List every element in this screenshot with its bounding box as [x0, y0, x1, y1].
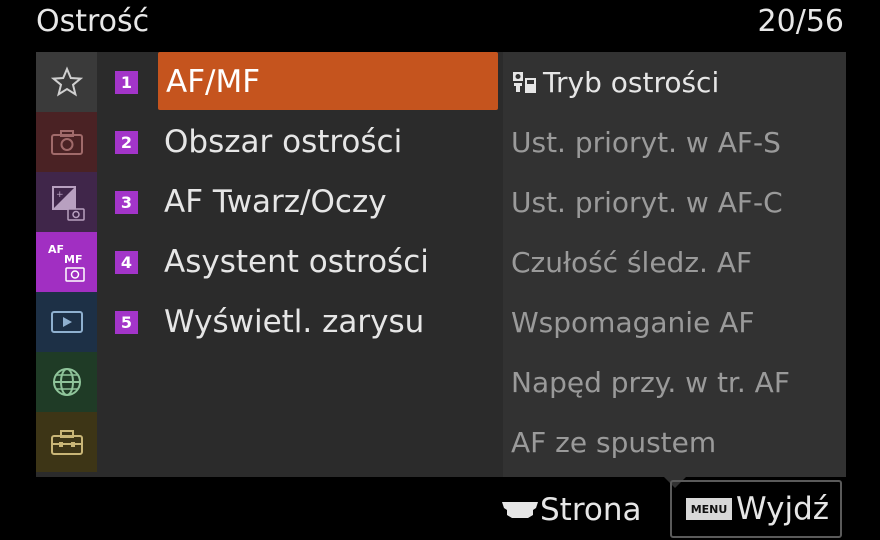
menu-item-label: AF Twarz/Oczy — [164, 184, 387, 220]
page-title: Ostrość — [36, 4, 150, 39]
item-number-badge: 2 — [115, 130, 138, 154]
submenu-item-focus-mode: Tryb ostrości — [503, 52, 846, 112]
menu-item-label: Obszar ostrości — [164, 124, 403, 160]
submenu-item-drive-during-af: Napęd przy. w tr. AF — [511, 365, 790, 399]
exit-label: Wyjdź — [736, 491, 830, 527]
item-number-badge: 1 — [115, 70, 138, 94]
item-number-badge: 5 — [115, 310, 138, 334]
tab-favorites[interactable] — [36, 52, 97, 112]
star-icon — [50, 66, 83, 97]
page-navigation-hint[interactable]: Strona — [500, 488, 642, 532]
submenu-item-af-tracking-sensitivity: Czułość śledz. AF — [511, 245, 753, 279]
menu-item-focus-assist[interactable]: 4 Asystent ostrości — [112, 232, 498, 292]
submenu-item-af-with-shutter: AF ze spustem — [511, 425, 717, 459]
tab-af-mf[interactable]: AF MF — [36, 232, 97, 292]
camera-icon — [50, 130, 83, 155]
submenu-item-af-c-priority: Ust. prioryt. w AF-C — [511, 185, 783, 219]
tab-exposure[interactable]: + — [36, 172, 97, 232]
menu-list: 1 AF/MF 2 Obszar ostrości 3 AF Twarz/Ocz… — [112, 52, 498, 352]
item-number-badge: 4 — [115, 250, 138, 274]
menu-item-af-mf[interactable]: 1 AF/MF — [112, 52, 498, 112]
category-tabs: + AF MF — [36, 52, 97, 477]
menu-button-icon: MENU — [686, 498, 732, 520]
page-counter: 20/56 — [757, 4, 844, 39]
menu-item-label: AF/MF — [166, 64, 261, 100]
af-label: AF — [48, 243, 64, 256]
toolbox-icon — [50, 430, 83, 455]
item-number-badge: 3 — [115, 190, 138, 214]
menu-item-peaking-display[interactable]: 5 Wyświetl. zarysu — [112, 292, 498, 352]
menu-item-face-eye-af[interactable]: 3 AF Twarz/Oczy — [112, 172, 498, 232]
menu-item-label: Asystent ostrości — [164, 244, 429, 280]
submenu-item-af-s-priority: Ust. prioryt. w AF-S — [511, 125, 781, 159]
mf-label: MF — [64, 253, 82, 266]
submenu-item-label: Tryb ostrości — [543, 65, 720, 99]
menu-item-label: Wyświetl. zarysu — [164, 304, 425, 340]
submenu-item-af-assist: Wspomaganie AF — [511, 305, 755, 339]
exposure-camera-icon: + — [51, 186, 85, 221]
globe-icon — [52, 368, 81, 396]
page-label: Strona — [540, 492, 642, 528]
menu-item-focus-area[interactable]: 2 Obszar ostrości — [112, 112, 498, 172]
submenu-panel: Tryb ostrości Ust. prioryt. w AF-S Ust. … — [503, 52, 846, 477]
tab-network[interactable] — [36, 352, 97, 412]
tab-playback[interactable] — [36, 292, 97, 352]
focus-mode-icon — [511, 68, 539, 96]
tab-setup[interactable] — [36, 412, 97, 472]
control-wheel-icon — [502, 502, 538, 518]
exit-button[interactable]: MENU Wyjdź — [670, 480, 842, 538]
playback-icon — [50, 311, 83, 333]
tab-shooting[interactable] — [36, 112, 97, 172]
svg-text:+: + — [56, 190, 64, 200]
af-mf-camera-icon: AF MF — [48, 243, 85, 282]
